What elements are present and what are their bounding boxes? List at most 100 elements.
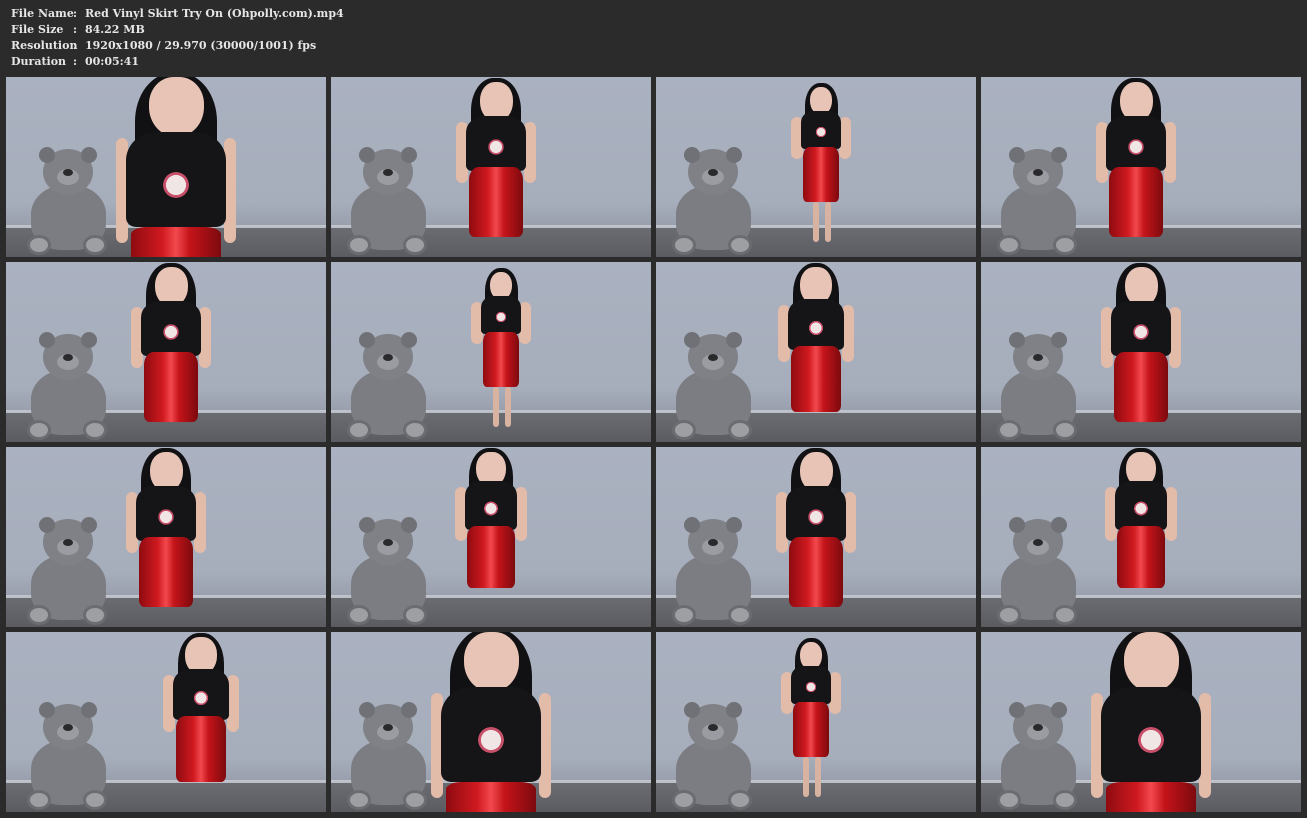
resolution-value: 1920x1080 / 29.970 (30000/1001) fps — [85, 39, 317, 52]
bear-nose — [63, 724, 73, 731]
bear-foot — [997, 235, 1021, 255]
file-name-row: File Name : Red Vinyl Skirt Try On (Ohpo… — [11, 6, 344, 22]
file-size-row: File Size : 84.22 MB — [11, 22, 344, 38]
bear-ear — [81, 702, 97, 718]
bear-foot — [728, 605, 752, 625]
person — [471, 262, 531, 442]
bear-nose — [1033, 354, 1043, 361]
red-vinyl-skirt — [1117, 525, 1165, 588]
arm — [515, 487, 528, 541]
shirt-logo — [1131, 720, 1171, 761]
teddy-bear — [21, 332, 116, 442]
leg — [505, 387, 511, 427]
bear-ear — [401, 517, 417, 533]
red-vinyl-skirt — [803, 147, 839, 202]
red-vinyl-skirt — [469, 167, 523, 237]
video-thumbnail[interactable] — [331, 262, 651, 442]
teddy-bear — [666, 517, 761, 627]
video-thumbnail[interactable] — [656, 632, 976, 812]
bear-nose — [383, 169, 393, 176]
video-thumbnail[interactable] — [6, 262, 326, 442]
bear-foot — [997, 605, 1021, 625]
bear-ear — [1051, 332, 1067, 348]
teddy-bear — [991, 147, 1086, 257]
teddy-bear — [21, 517, 116, 627]
video-thumbnail[interactable] — [656, 262, 976, 442]
person — [162, 632, 240, 812]
person — [1096, 77, 1176, 257]
bear-foot — [27, 605, 51, 625]
separator: : — [73, 23, 78, 36]
bear-ear — [401, 147, 417, 163]
bear-ear — [81, 147, 97, 163]
video-thumbnail[interactable] — [981, 447, 1301, 627]
video-thumbnail[interactable] — [6, 77, 326, 257]
red-vinyl-skirt — [131, 227, 221, 257]
teddy-bear — [21, 702, 116, 812]
face — [463, 632, 519, 692]
video-thumbnail[interactable] — [981, 77, 1301, 257]
bear-nose — [708, 724, 718, 731]
red-vinyl-skirt — [789, 537, 843, 607]
bear-foot — [27, 420, 51, 440]
person — [456, 77, 536, 257]
red-vinyl-skirt — [483, 332, 519, 387]
video-thumbnail[interactable] — [656, 77, 976, 257]
teddy-bear — [666, 147, 761, 257]
file-name-value: Red Vinyl Skirt Try On (Ohpolly.com).mp4 — [85, 7, 344, 20]
duration-row: Duration : 00:05:41 — [11, 54, 344, 70]
video-thumbnail[interactable] — [331, 447, 651, 627]
teddy-bear — [991, 517, 1086, 627]
bear-foot — [1053, 790, 1077, 810]
bear-foot — [1053, 235, 1077, 255]
bear-foot — [728, 235, 752, 255]
bear-foot — [672, 605, 696, 625]
bear-foot — [403, 605, 427, 625]
bear-ear — [39, 332, 55, 348]
bear-ear — [1051, 702, 1067, 718]
bear-ear — [39, 147, 55, 163]
person — [781, 632, 841, 812]
video-thumbnail[interactable] — [6, 632, 326, 812]
teddy-bear — [341, 147, 436, 257]
teddy-bear — [341, 517, 436, 627]
video-thumbnail[interactable] — [981, 632, 1301, 812]
red-vinyl-skirt — [1106, 782, 1196, 812]
shirt-logo — [471, 720, 511, 761]
person — [776, 447, 856, 627]
video-thumbnail[interactable] — [656, 447, 976, 627]
video-thumbnail[interactable] — [981, 262, 1301, 442]
person — [1091, 632, 1211, 812]
person — [116, 77, 236, 257]
bear-foot — [83, 790, 107, 810]
bear-ear — [726, 332, 742, 348]
arm — [227, 674, 240, 732]
bear-foot — [83, 235, 107, 255]
person — [777, 262, 855, 442]
bear-ear — [401, 702, 417, 718]
bear-ear — [726, 517, 742, 533]
video-thumbnail[interactable] — [331, 77, 651, 257]
bear-nose — [1033, 724, 1043, 731]
bear-ear — [684, 332, 700, 348]
bear-foot — [1053, 420, 1077, 440]
bear-ear — [39, 517, 55, 533]
bear-ear — [684, 147, 700, 163]
bear-ear — [1051, 147, 1067, 163]
teddy-bear — [341, 332, 436, 442]
resolution-label: Resolution — [11, 39, 78, 52]
bear-ear — [81, 332, 97, 348]
red-vinyl-skirt — [175, 716, 227, 783]
bear-foot — [403, 790, 427, 810]
video-thumbnail[interactable] — [331, 632, 651, 812]
thumbnail-grid — [6, 77, 1301, 812]
shirt-logo — [1130, 498, 1152, 520]
face — [148, 77, 204, 137]
bear-foot — [347, 235, 371, 255]
bear-foot — [83, 605, 107, 625]
shirt-logo — [480, 498, 502, 520]
file-name-label: File Name — [11, 7, 74, 20]
bear-ear — [726, 147, 742, 163]
arm — [842, 304, 855, 362]
video-thumbnail[interactable] — [6, 447, 326, 627]
